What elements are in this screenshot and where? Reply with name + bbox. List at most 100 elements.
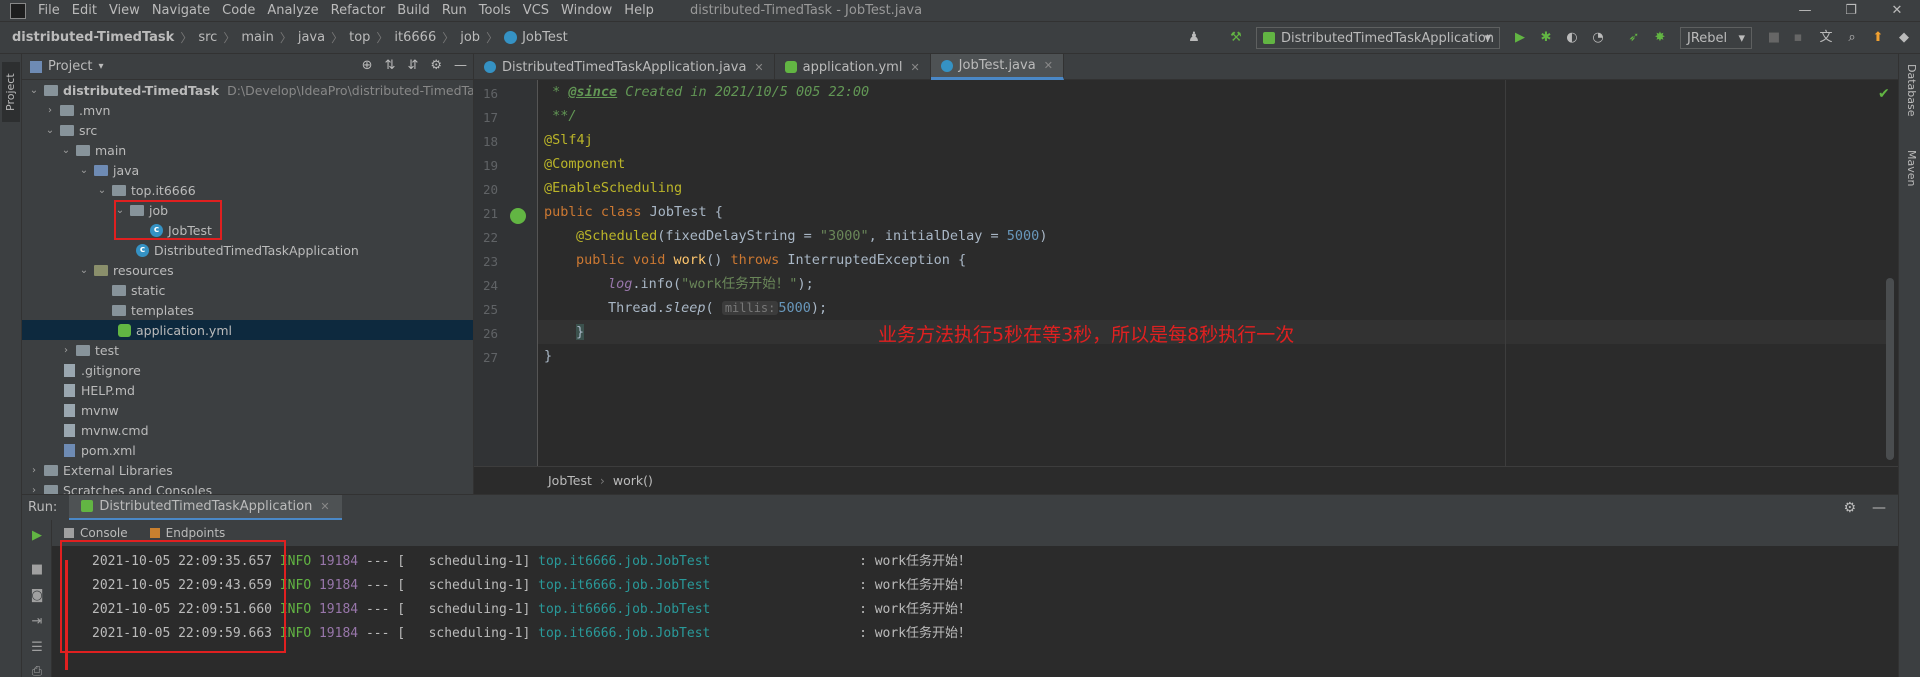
tree-item-external-libraries[interactable]: › External Libraries xyxy=(28,460,173,480)
tab-application-class[interactable]: DistributedTimedTaskApplication.java ✕ xyxy=(474,54,775,80)
search-icon[interactable]: ⌕ xyxy=(1844,30,1860,46)
crumb-java[interactable]: java xyxy=(298,30,325,45)
user-icon[interactable]: ♟ xyxy=(1186,30,1202,46)
tab-application-yml[interactable]: application.yml ✕ xyxy=(775,54,931,80)
tab-jobtest[interactable]: JobTest.java ✕ xyxy=(930,54,1064,80)
tree-item-java[interactable]: ⌄ java xyxy=(78,160,139,180)
locate-icon[interactable]: ⊕ xyxy=(362,58,373,73)
run-tab-application[interactable]: DistributedTimedTaskApplication ✕ xyxy=(69,494,342,521)
translate-icon[interactable]: 文 xyxy=(1818,30,1834,46)
tree-item-top-it6666[interactable]: ⌄ top.it6666 xyxy=(96,180,196,200)
menu-tools[interactable]: Tools xyxy=(473,0,517,22)
breadcrumb-method[interactable]: work() xyxy=(613,473,653,488)
close-icon[interactable]: ✕ xyxy=(910,61,919,74)
tree-item-templates[interactable]: templates xyxy=(112,300,194,320)
chevron-down-icon[interactable]: ▾ xyxy=(98,61,103,72)
menu-run[interactable]: Run xyxy=(436,0,473,22)
profiler-icon[interactable]: ◔ xyxy=(1590,30,1606,46)
menu-file[interactable]: File xyxy=(32,0,66,22)
play-icon[interactable]: ▶ xyxy=(1512,30,1528,46)
crumb-src[interactable]: src xyxy=(198,30,217,45)
tree-item-application-yml[interactable]: application.yml xyxy=(22,320,473,340)
stop-icon[interactable]: ■ xyxy=(29,562,45,578)
print-icon[interactable]: ⎙ xyxy=(29,664,45,677)
tree-item-test[interactable]: › test xyxy=(60,340,119,360)
tab-console[interactable]: Console xyxy=(64,526,128,540)
tab-endpoints[interactable]: Endpoints xyxy=(149,526,225,540)
wrap-icon[interactable]: ☰ xyxy=(29,640,45,656)
ide-logo-icon[interactable]: ◆ xyxy=(1896,30,1912,46)
tree-item-mvn[interactable]: › .mvn xyxy=(44,100,110,120)
minimize-window-icon[interactable]: — xyxy=(1782,0,1828,22)
menu-edit[interactable]: Edit xyxy=(66,0,103,22)
code-editor[interactable]: * @since Created in 2021/10/5 005 22:00 … xyxy=(538,80,1898,466)
maven-tool-tab[interactable]: Maven xyxy=(1902,150,1918,186)
crumb-top[interactable]: top xyxy=(349,30,370,45)
editor-scrollbar[interactable] xyxy=(1886,278,1894,460)
minus-icon[interactable]: — xyxy=(1872,500,1886,516)
close-icon[interactable]: ✕ xyxy=(1044,59,1053,72)
square-icon[interactable]: ▪ xyxy=(1790,30,1806,46)
camera-icon[interactable]: ◙ xyxy=(29,588,45,604)
tree-item-pom-xml[interactable]: pom.xml xyxy=(64,440,136,460)
menu-code[interactable]: Code xyxy=(216,0,261,22)
menu-bar: File Edit View Navigate Code Analyze Ref… xyxy=(0,0,1920,22)
menu-refactor[interactable]: Refactor xyxy=(325,0,392,22)
breadcrumb-class[interactable]: JobTest xyxy=(548,473,592,488)
menu-window[interactable]: Window xyxy=(555,0,618,22)
tree-item-scratches[interactable]: › Scratches and Consoles xyxy=(28,480,212,494)
jrebel-run-icon[interactable]: ➶ xyxy=(1626,30,1642,46)
crumb-main[interactable]: main xyxy=(241,30,273,45)
restore-window-icon[interactable]: ❐ xyxy=(1828,0,1874,22)
menu-build[interactable]: Build xyxy=(391,0,436,22)
menu-navigate[interactable]: Navigate xyxy=(146,0,216,22)
maven-file-icon xyxy=(64,443,75,457)
update-icon[interactable]: ⬆ xyxy=(1870,30,1886,46)
close-icon[interactable]: ✕ xyxy=(754,61,763,74)
crumb-it6666[interactable]: it6666 xyxy=(394,30,436,45)
tree-item-help-md[interactable]: HELP.md xyxy=(64,380,135,400)
spring-bean-gutter-icon[interactable] xyxy=(510,208,526,224)
expand-all-icon[interactable]: ⇅ xyxy=(385,58,396,73)
tree-item-mvnw[interactable]: mvnw xyxy=(64,400,119,420)
rerun-icon[interactable]: ▶ xyxy=(29,528,45,544)
tree-item-resources[interactable]: ⌄ resources xyxy=(78,260,174,280)
tree-item-gitignore[interactable]: .gitignore xyxy=(64,360,141,380)
jrebel-select[interactable]: JRebel ▾ xyxy=(1680,27,1752,49)
left-tool-stripe: Project xyxy=(0,54,22,677)
line-number: 25 xyxy=(482,302,498,317)
close-window-icon[interactable]: ✕ xyxy=(1874,0,1920,22)
run-configuration-select[interactable]: DistributedTimedTaskApplication ▾ xyxy=(1256,27,1500,49)
close-icon[interactable]: ✕ xyxy=(320,500,329,513)
tree-item-src[interactable]: ⌄ src xyxy=(44,120,97,140)
gear-icon[interactable]: ⚙ xyxy=(430,58,442,73)
exit-icon[interactable]: ⇥ xyxy=(29,614,45,630)
collapse-all-icon[interactable]: ⇵ xyxy=(407,58,418,73)
database-tool-tab[interactable]: Database xyxy=(1902,64,1918,117)
coverage-icon[interactable]: ◐ xyxy=(1564,30,1580,46)
tree-item-mvnw-cmd[interactable]: mvnw.cmd xyxy=(64,420,149,440)
gear-icon[interactable]: ⚙ xyxy=(1843,500,1856,516)
minus-icon[interactable]: — xyxy=(454,58,467,73)
menu-vcs[interactable]: VCS xyxy=(517,0,555,22)
tree-item-application-class[interactable]: c DistributedTimedTaskApplication xyxy=(136,240,359,260)
crumb-jobtest[interactable]: JobTest xyxy=(522,30,568,45)
hammer-icon[interactable]: ⚒ xyxy=(1228,30,1244,46)
tree-item-static[interactable]: static xyxy=(112,280,165,300)
menu-view[interactable]: View xyxy=(103,0,146,22)
project-panel-title[interactable]: Project xyxy=(48,59,92,74)
stop-icon[interactable]: ■ xyxy=(1766,30,1782,46)
jrebel-debug-icon[interactable]: ✸ xyxy=(1652,30,1668,46)
editor-tabs: DistributedTimedTaskApplication.java ✕ a… xyxy=(474,54,1898,80)
console-output[interactable]: 2021-10-05 22:09:35.657 INFO 19184 --- [… xyxy=(52,546,1898,677)
tree-item-main[interactable]: ⌄ main xyxy=(60,140,126,160)
bug-icon[interactable]: ✱ xyxy=(1538,30,1554,46)
menu-analyze[interactable]: Analyze xyxy=(261,0,324,22)
tree-item-project-root[interactable]: ⌄ distributed-TimedTask D:\Develop\IdeaP… xyxy=(28,80,473,100)
crumb-project[interactable]: distributed-TimedTask xyxy=(12,30,174,45)
crumb-job[interactable]: job xyxy=(460,30,480,45)
run-tab-label: DistributedTimedTaskApplication xyxy=(99,498,313,514)
project-tool-tab[interactable]: Project xyxy=(2,62,20,122)
class-icon xyxy=(940,59,953,72)
menu-help[interactable]: Help xyxy=(618,0,660,22)
